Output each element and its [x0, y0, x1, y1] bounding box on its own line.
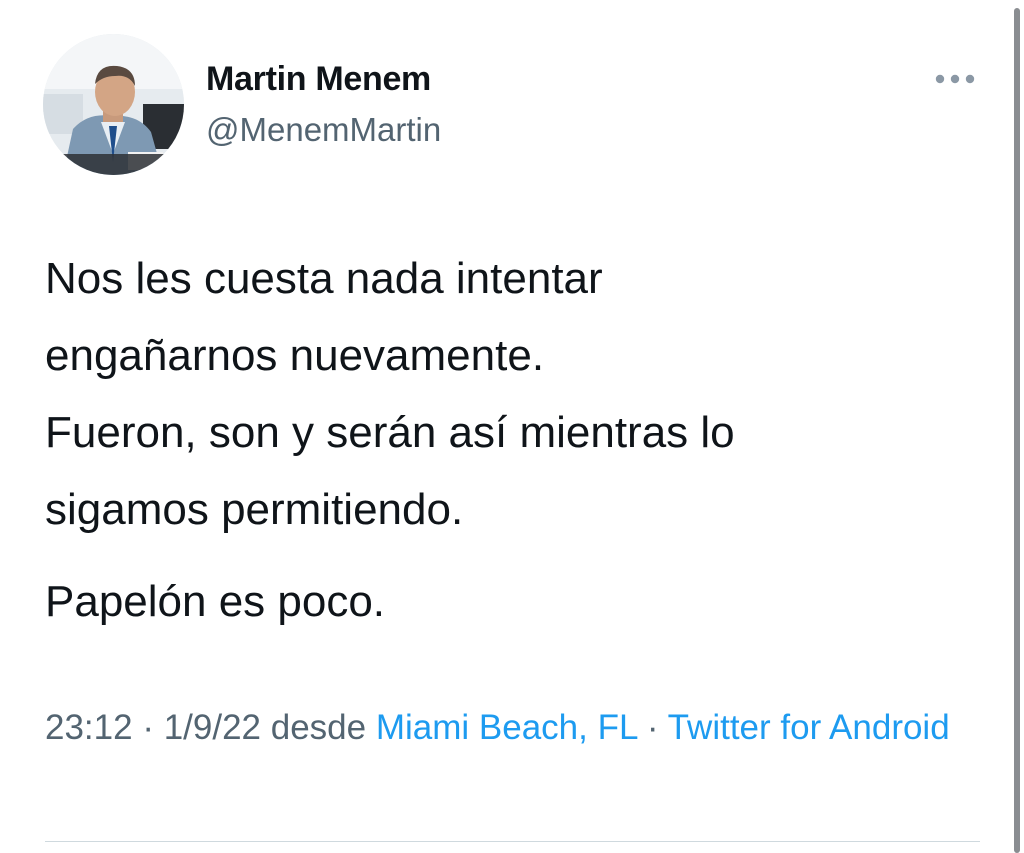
more-options-button[interactable]: [930, 62, 980, 96]
avatar[interactable]: [43, 34, 184, 175]
tweet-paragraph: Papelón es poco.: [45, 577, 386, 626]
location-link[interactable]: Miami Beach, FL: [376, 708, 637, 747]
separator-dot: ·: [637, 708, 668, 747]
tweet-metadata: 23:12 · 1/9/22 desde Miami Beach, FL · T…: [45, 700, 975, 756]
source-link[interactable]: Twitter for Android: [668, 708, 950, 747]
tweet-text: Nos les cuesta nada intentar engañarnos …: [45, 240, 965, 640]
author-handle[interactable]: @MenemMartin: [206, 111, 441, 149]
separator-dot: ·: [132, 708, 164, 747]
tweet-paragraph: Nos les cuesta nada intentar engañarnos …: [45, 254, 735, 534]
scrollbar[interactable]: [1014, 8, 1020, 853]
tweet-detail-view: Martin Menem @MenemMartin Nos les cuesta…: [0, 0, 1024, 853]
profile-photo: [43, 34, 184, 175]
divider: [45, 841, 980, 842]
from-label: desde: [261, 708, 376, 747]
tweet-time[interactable]: 23:12: [45, 708, 133, 747]
tweet-date[interactable]: 1/9/22: [164, 708, 261, 747]
author-name[interactable]: Martin Menem: [206, 60, 431, 99]
more-horizontal-icon: [935, 74, 975, 84]
